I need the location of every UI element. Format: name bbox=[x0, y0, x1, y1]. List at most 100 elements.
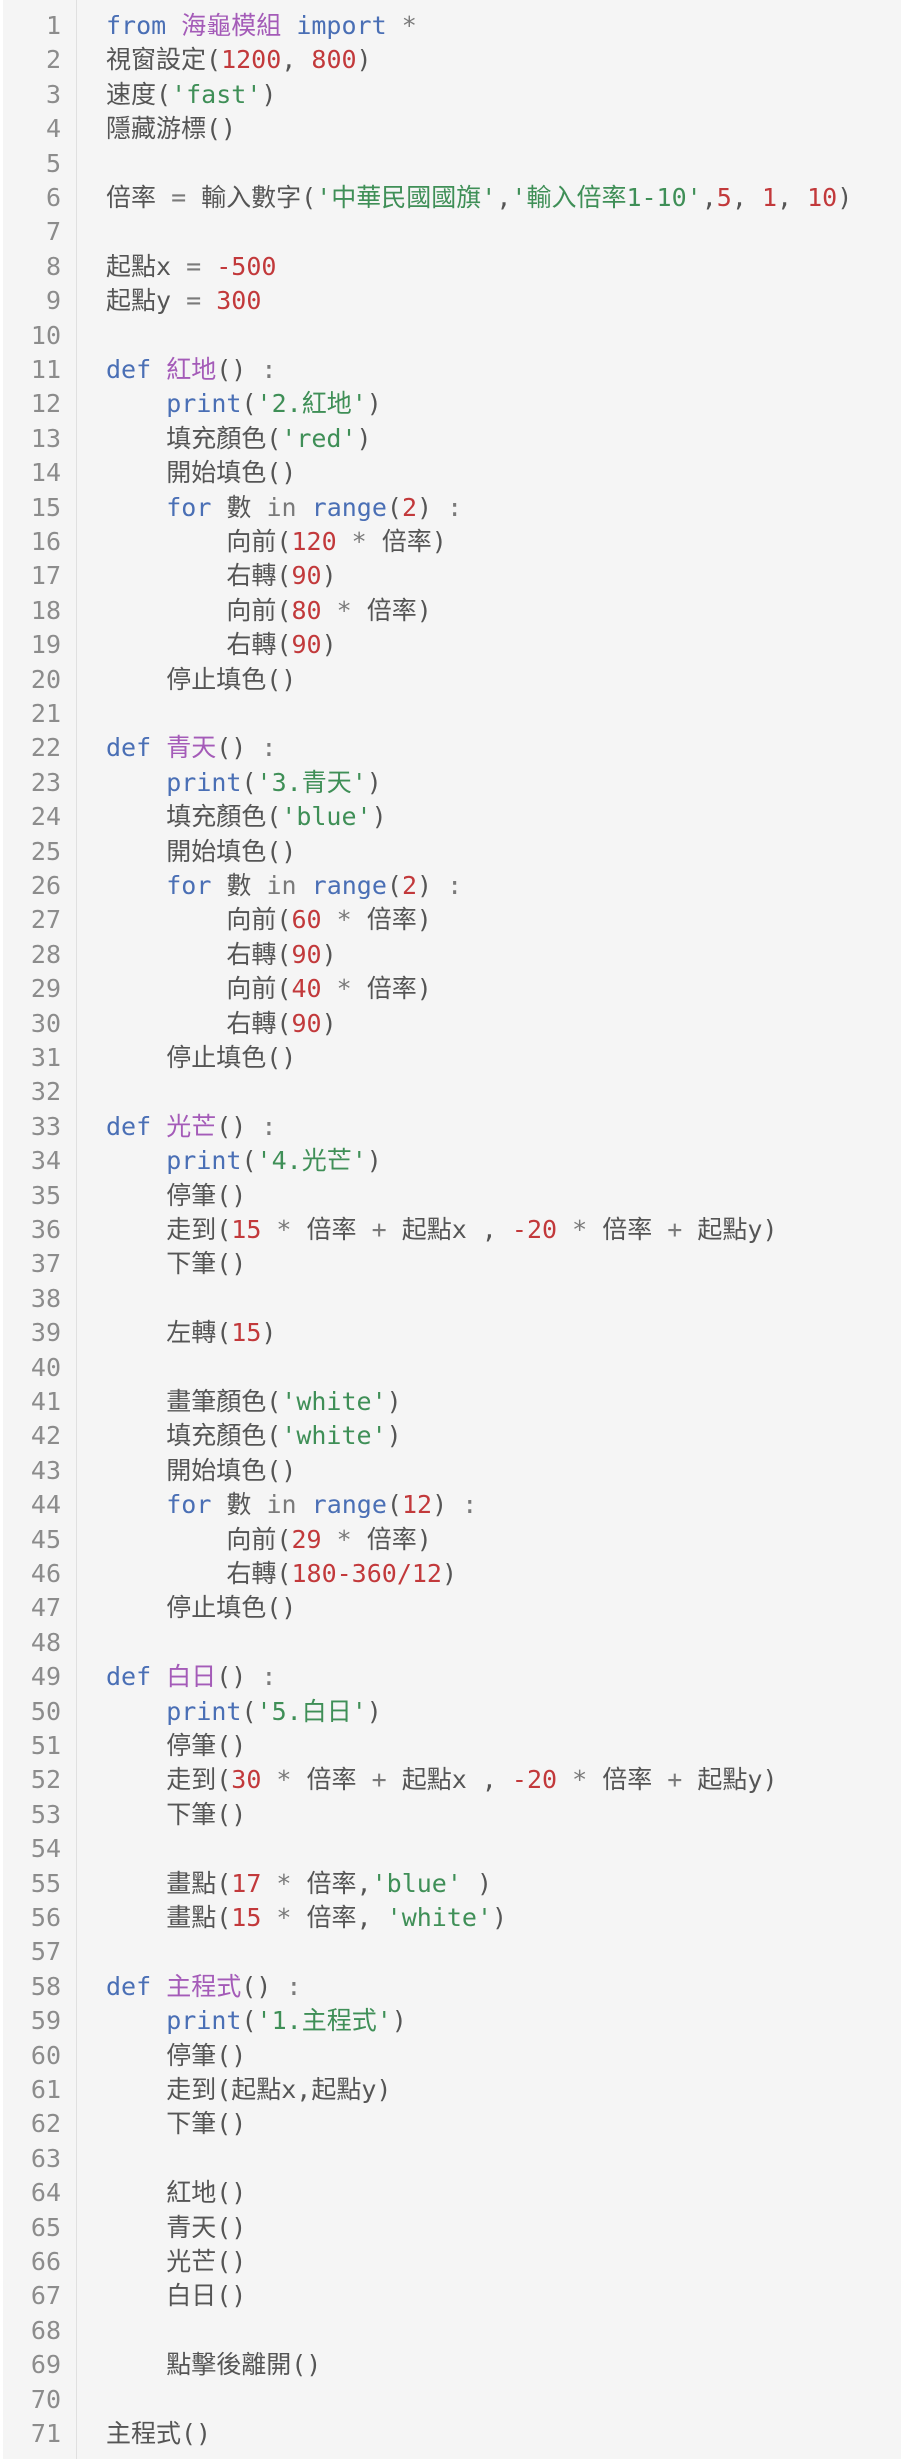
line-number: 35 bbox=[30, 1180, 61, 1210]
code-line[interactable]: 66 光芒() bbox=[3, 2245, 901, 2279]
code-line[interactable]: 42 填充顏色('white') bbox=[3, 1419, 901, 1453]
code-token: 800 bbox=[311, 45, 357, 75]
code-line[interactable]: 13 填充顏色('red') bbox=[3, 422, 901, 456]
code-token: 紅地 bbox=[166, 355, 217, 384]
code-line[interactable]: 19 右轉(90) bbox=[3, 628, 901, 662]
code-line[interactable]: 1 from 海龜模組 import * bbox=[3, 9, 901, 43]
code-line[interactable]: 56 畫點(15 * 倍率, 'white') bbox=[3, 1901, 901, 1935]
code-token: 倍率, bbox=[306, 1868, 372, 1898]
code-line[interactable]: 50 print('5.白日') bbox=[3, 1695, 901, 1729]
code-line[interactable]: 40 bbox=[3, 1351, 901, 1385]
code-line[interactable]: 17 右轉(90) bbox=[3, 559, 901, 593]
code-token: 15 bbox=[231, 1318, 262, 1348]
code-line[interactable]: 41 畫筆顏色('white') bbox=[3, 1385, 901, 1419]
code-token: 主程式 bbox=[166, 1971, 242, 2001]
code-line[interactable]: 61 走到(起點x,起點y) bbox=[3, 2073, 901, 2107]
code-line[interactable]: 3 速度('fast') bbox=[3, 78, 901, 112]
code-line[interactable]: 33 def 光芒() : bbox=[3, 1110, 901, 1144]
code-line[interactable]: 22 def 青天() : bbox=[3, 731, 901, 765]
line-code: 停止填色() bbox=[106, 1041, 296, 1075]
code-line[interactable]: 4 隱藏游標() bbox=[3, 112, 901, 146]
code-line[interactable]: 8 起點x = -500 bbox=[3, 250, 901, 284]
code-line[interactable]: 48 bbox=[3, 1626, 901, 1660]
code-line[interactable]: 52 走到(30 * 倍率 + 起點x , -20 * 倍率 + 起點y) bbox=[3, 1763, 901, 1797]
code-line[interactable]: 20 停止填色() bbox=[3, 663, 901, 697]
code-line[interactable]: 28 右轉(90) bbox=[3, 938, 901, 972]
code-line[interactable]: 21 bbox=[3, 697, 901, 731]
code-line[interactable]: 27 向前(60 * 倍率) bbox=[3, 903, 901, 937]
code-line[interactable]: 59 print('1.主程式') bbox=[3, 2004, 901, 2038]
code-line[interactable]: 6 倍率 = 輸入數字('中華民國國旗','輸入倍率1-10',5, 1, 10) bbox=[3, 181, 901, 215]
line-code: 右轉(90) bbox=[106, 628, 336, 662]
line-code: for 數 in range(2) : bbox=[106, 869, 462, 903]
code-line[interactable]: 46 右轉(180-360/12) bbox=[3, 1557, 901, 1591]
code-line[interactable]: 31 停止填色() bbox=[3, 1041, 901, 1075]
code-line[interactable]: 25 開始填色() bbox=[3, 835, 901, 869]
code-token: 數 bbox=[211, 1490, 267, 1520]
code-line[interactable]: 69 點擊後離開() bbox=[3, 2348, 901, 2382]
code-token: def bbox=[106, 1662, 167, 1692]
code-token: 15 bbox=[231, 1215, 262, 1244]
code-line[interactable]: 51 停筆() bbox=[3, 1729, 901, 1763]
code-line[interactable]: 43 開始填色() bbox=[3, 1454, 901, 1488]
code-line[interactable]: 68 bbox=[3, 2314, 901, 2348]
code-line[interactable]: 24 填充顏色('blue') bbox=[3, 800, 901, 834]
code-line[interactable]: 49 def 白日() : bbox=[3, 1660, 901, 1694]
code-token: 右轉( bbox=[106, 630, 292, 660]
code-line[interactable]: 14 開始填色() bbox=[3, 456, 901, 490]
code-line[interactable]: 29 向前(40 * 倍率) bbox=[3, 972, 901, 1006]
code-line[interactable]: 7 bbox=[3, 215, 901, 249]
code-token: : bbox=[261, 1662, 277, 1692]
code-editor[interactable]: 1 from 海龜模組 import * 2 視窗設定(1200, 800) 3 速度('… bbox=[3, 0, 901, 2459]
code-line[interactable]: 45 向前(29 * 倍率) bbox=[3, 1523, 901, 1557]
code-line[interactable]: 62 下筆() bbox=[3, 2107, 901, 2141]
line-number: 1 bbox=[45, 11, 61, 40]
code-token: ( bbox=[386, 492, 402, 522]
code-line[interactable]: 57 bbox=[3, 1935, 901, 1969]
code-line[interactable]: 10 bbox=[3, 319, 901, 353]
code-line[interactable]: 15 for 數 in range(2) : bbox=[3, 491, 901, 525]
code-token: 'blue' bbox=[281, 802, 372, 832]
code-line[interactable]: 23 print('3.青天') bbox=[3, 766, 901, 800]
code-token: * bbox=[557, 1215, 603, 1244]
line-code: 右轉(90) bbox=[106, 938, 336, 972]
line-number: 6 bbox=[45, 183, 61, 212]
code-line[interactable]: 18 向前(80 * 倍率) bbox=[3, 594, 901, 628]
code-line[interactable]: 32 bbox=[3, 1075, 901, 1109]
code-token: 停筆() bbox=[106, 2040, 247, 2070]
line-code: def 光芒() : bbox=[106, 1110, 276, 1144]
code-token: : bbox=[447, 492, 463, 522]
code-line[interactable]: 12 print('2.紅地') bbox=[3, 387, 901, 421]
code-line[interactable]: 39 左轉(15) bbox=[3, 1316, 901, 1350]
code-line[interactable]: 38 bbox=[3, 1282, 901, 1316]
code-token: 數 bbox=[211, 492, 267, 522]
code-line[interactable]: 71 主程式() bbox=[3, 2417, 901, 2451]
code-line[interactable]: 53 下筆() bbox=[3, 1798, 901, 1832]
code-line[interactable]: 26 for 數 in range(2) : bbox=[3, 869, 901, 903]
code-line[interactable]: 65 青天() bbox=[3, 2211, 901, 2245]
code-line[interactable]: 63 bbox=[3, 2142, 901, 2176]
code-line[interactable]: 30 右轉(90) bbox=[3, 1007, 901, 1041]
code-token: 數 bbox=[211, 871, 267, 900]
code-line[interactable]: 55 畫點(17 * 倍率,'blue' ) bbox=[3, 1867, 901, 1901]
code-line[interactable]: 5 bbox=[3, 147, 901, 181]
code-line[interactable]: 35 停筆() bbox=[3, 1179, 901, 1213]
code-line[interactable]: 67 白日() bbox=[3, 2279, 901, 2313]
code-line[interactable]: 36 走到(15 * 倍率 + 起點x , -20 * 倍率 + 起點y) bbox=[3, 1213, 901, 1247]
code-line[interactable]: 70 bbox=[3, 2383, 901, 2417]
code-line[interactable]: 47 停止填色() bbox=[3, 1591, 901, 1625]
line-number: 61 bbox=[30, 2075, 61, 2104]
code-line[interactable]: 37 下筆() bbox=[3, 1247, 901, 1281]
code-line[interactable]: 64 紅地() bbox=[3, 2176, 901, 2210]
code-line[interactable]: 16 向前(120 * 倍率) bbox=[3, 525, 901, 559]
code-line[interactable]: 34 print('4.光芒') bbox=[3, 1144, 901, 1178]
code-line[interactable]: 58 def 主程式() : bbox=[3, 1970, 901, 2004]
code-line[interactable]: 44 for 數 in range(12) : bbox=[3, 1488, 901, 1522]
code-line[interactable]: 60 停筆() bbox=[3, 2039, 901, 2073]
code-line[interactable]: 54 bbox=[3, 1832, 901, 1866]
code-line[interactable]: 9 起點y = 300 bbox=[3, 284, 901, 318]
line-code: 向前(80 * 倍率) bbox=[106, 594, 431, 628]
code-line[interactable]: 2 視窗設定(1200, 800) bbox=[3, 43, 901, 77]
code-line[interactable]: 11 def 紅地() : bbox=[3, 353, 901, 387]
